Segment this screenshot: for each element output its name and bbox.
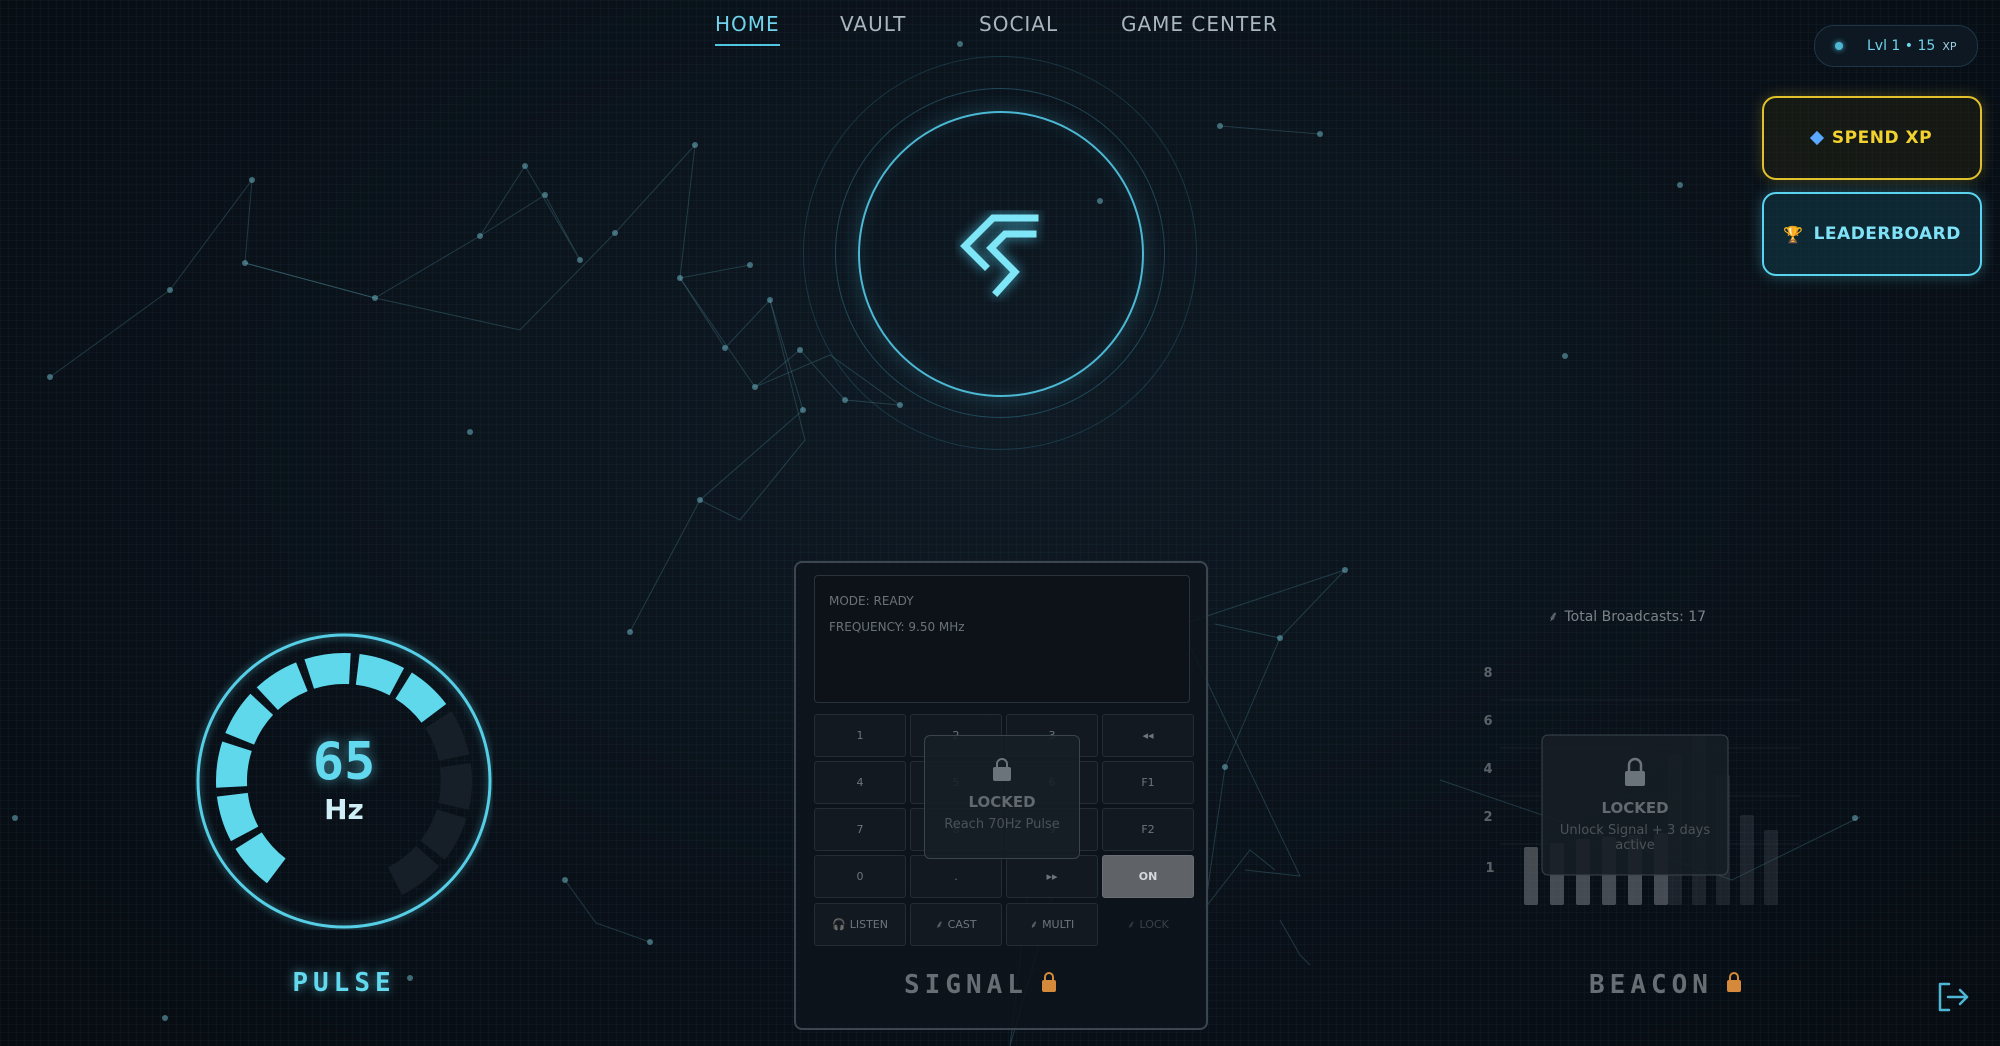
- beacon-locked-requirement: Unlock Signal + 3 days active: [1559, 823, 1711, 853]
- key-f1[interactable]: F1: [1102, 761, 1194, 804]
- total-broadcasts-text: Total Broadcasts: 17: [1564, 609, 1707, 625]
- key-rewind[interactable]: ◂◂: [1102, 714, 1194, 757]
- diamond-icon: [1809, 130, 1824, 146]
- pulse-segment: [395, 672, 447, 723]
- pulse-segment: [235, 832, 286, 884]
- signal-screen: MODE: READY FREQUENCY: 9.50 MHz: [814, 575, 1190, 703]
- leaderboard-label: LEADERBOARD: [1813, 224, 1961, 244]
- mode-multi-label: MULTI: [1042, 918, 1075, 931]
- brand-logo-icon: [960, 214, 1039, 297]
- main-nav: HOME VAULT SOCIAL GAME CENTER: [0, 12, 2000, 52]
- signal-title-text: SIGNAL: [904, 970, 1028, 1000]
- pulse-segment: [256, 662, 308, 711]
- pulse-title: PULSE: [292, 968, 396, 998]
- mode-multi-button[interactable]: ⸙ MULTI: [1006, 903, 1098, 946]
- beacon-bar: [1764, 830, 1778, 905]
- beacon-y-tick: 1: [1485, 861, 1494, 876]
- mode-cast-button[interactable]: ⸙ CAST: [910, 903, 1002, 946]
- signal-locked-title: LOCKED: [968, 793, 1036, 811]
- beacon-chart: 8 6 4 2 1 LOCKED Unlock Signal + 3 days …: [1483, 666, 1800, 905]
- level-text: Lvl 1 • 15: [1867, 38, 1936, 54]
- logout-icon[interactable]: [1935, 980, 1971, 1014]
- level-unit: XP: [1942, 39, 1957, 53]
- beacon-y-tick: 4: [1483, 762, 1492, 777]
- pulse-unit: Hz: [324, 793, 364, 826]
- key-dot[interactable]: .: [910, 855, 1002, 898]
- beacon-locked-overlay: LOCKED Unlock Signal + 3 days active: [1541, 734, 1729, 876]
- total-broadcasts: ⸙ Total Broadcasts: 17: [1548, 607, 1706, 626]
- signal-locked-overlay: LOCKED Reach 70Hz Pulse: [924, 735, 1080, 859]
- spend-xp-label: SPEND XP: [1831, 128, 1933, 148]
- broadcast-icon: ⸙: [935, 918, 944, 931]
- pulse-segment: [388, 845, 440, 896]
- pulse-value: 65: [312, 732, 376, 792]
- headphones-icon: 🎧: [832, 918, 846, 931]
- beacon-y-tick: 8: [1483, 666, 1492, 681]
- mode-lock-label: LOCK: [1139, 918, 1169, 931]
- nav-game-center[interactable]: GAME CENTER: [1121, 12, 1278, 44]
- pulse-segment: [355, 653, 405, 696]
- beacon-title-text: BEACON: [1589, 970, 1713, 1000]
- lock-icon: [1041, 971, 1056, 992]
- trophy-icon: 🏆: [1783, 224, 1804, 244]
- beacon-bar: [1740, 815, 1754, 905]
- key-4[interactable]: 4: [814, 761, 906, 804]
- signal-mode: MODE: READY: [829, 594, 914, 608]
- key-on[interactable]: ON: [1102, 855, 1194, 898]
- nav-home[interactable]: HOME: [715, 12, 780, 46]
- spend-xp-button[interactable]: SPEND XP: [1762, 96, 1982, 180]
- level-badge: Lvl 1 • 15 XP: [1814, 25, 1978, 67]
- broadcast-icon: ⸙: [1029, 918, 1039, 931]
- broadcast-icon: ⸙: [1548, 609, 1559, 625]
- lock-icon: [1625, 771, 1645, 786]
- lock-icon: [993, 758, 1011, 781]
- leaderboard-button[interactable]: 🏆 LEADERBOARD: [1762, 192, 1982, 276]
- nav-vault[interactable]: VAULT: [840, 12, 906, 44]
- signal-title: SIGNAL: [794, 970, 1166, 1000]
- nav-social[interactable]: SOCIAL: [979, 12, 1058, 44]
- key-0[interactable]: 0: [814, 855, 906, 898]
- beacon-title: BEACON: [1520, 970, 1810, 1000]
- key-1[interactable]: 1: [814, 714, 906, 757]
- mode-cast-label: CAST: [947, 918, 977, 931]
- pulse-segment: [304, 653, 351, 689]
- broadcast-icon: ⸙: [1127, 918, 1136, 931]
- status-dot-icon: [1835, 42, 1843, 50]
- beacon-locked-title: LOCKED: [1601, 799, 1668, 817]
- signal-locked-requirement: Reach 70Hz Pulse: [944, 817, 1060, 832]
- mode-listen-button[interactable]: 🎧 LISTEN: [814, 903, 906, 946]
- lock-icon: [1726, 971, 1741, 992]
- beacon-bar: [1524, 847, 1538, 905]
- mode-lock-button[interactable]: ⸙ LOCK: [1102, 903, 1194, 946]
- beacon-y-tick: 6: [1483, 714, 1492, 729]
- key-forward[interactable]: ▸▸: [1006, 855, 1098, 898]
- mode-listen-label: LISTEN: [849, 918, 888, 931]
- beacon-y-tick: 2: [1483, 810, 1492, 825]
- key-7[interactable]: 7: [814, 808, 906, 851]
- signal-frequency: FREQUENCY: 9.50 MHz: [829, 620, 965, 634]
- signal-panel: MODE: READY FREQUENCY: 9.50 MHz 1 2 3 ◂◂…: [794, 561, 1208, 1030]
- key-f2[interactable]: F2: [1102, 808, 1194, 851]
